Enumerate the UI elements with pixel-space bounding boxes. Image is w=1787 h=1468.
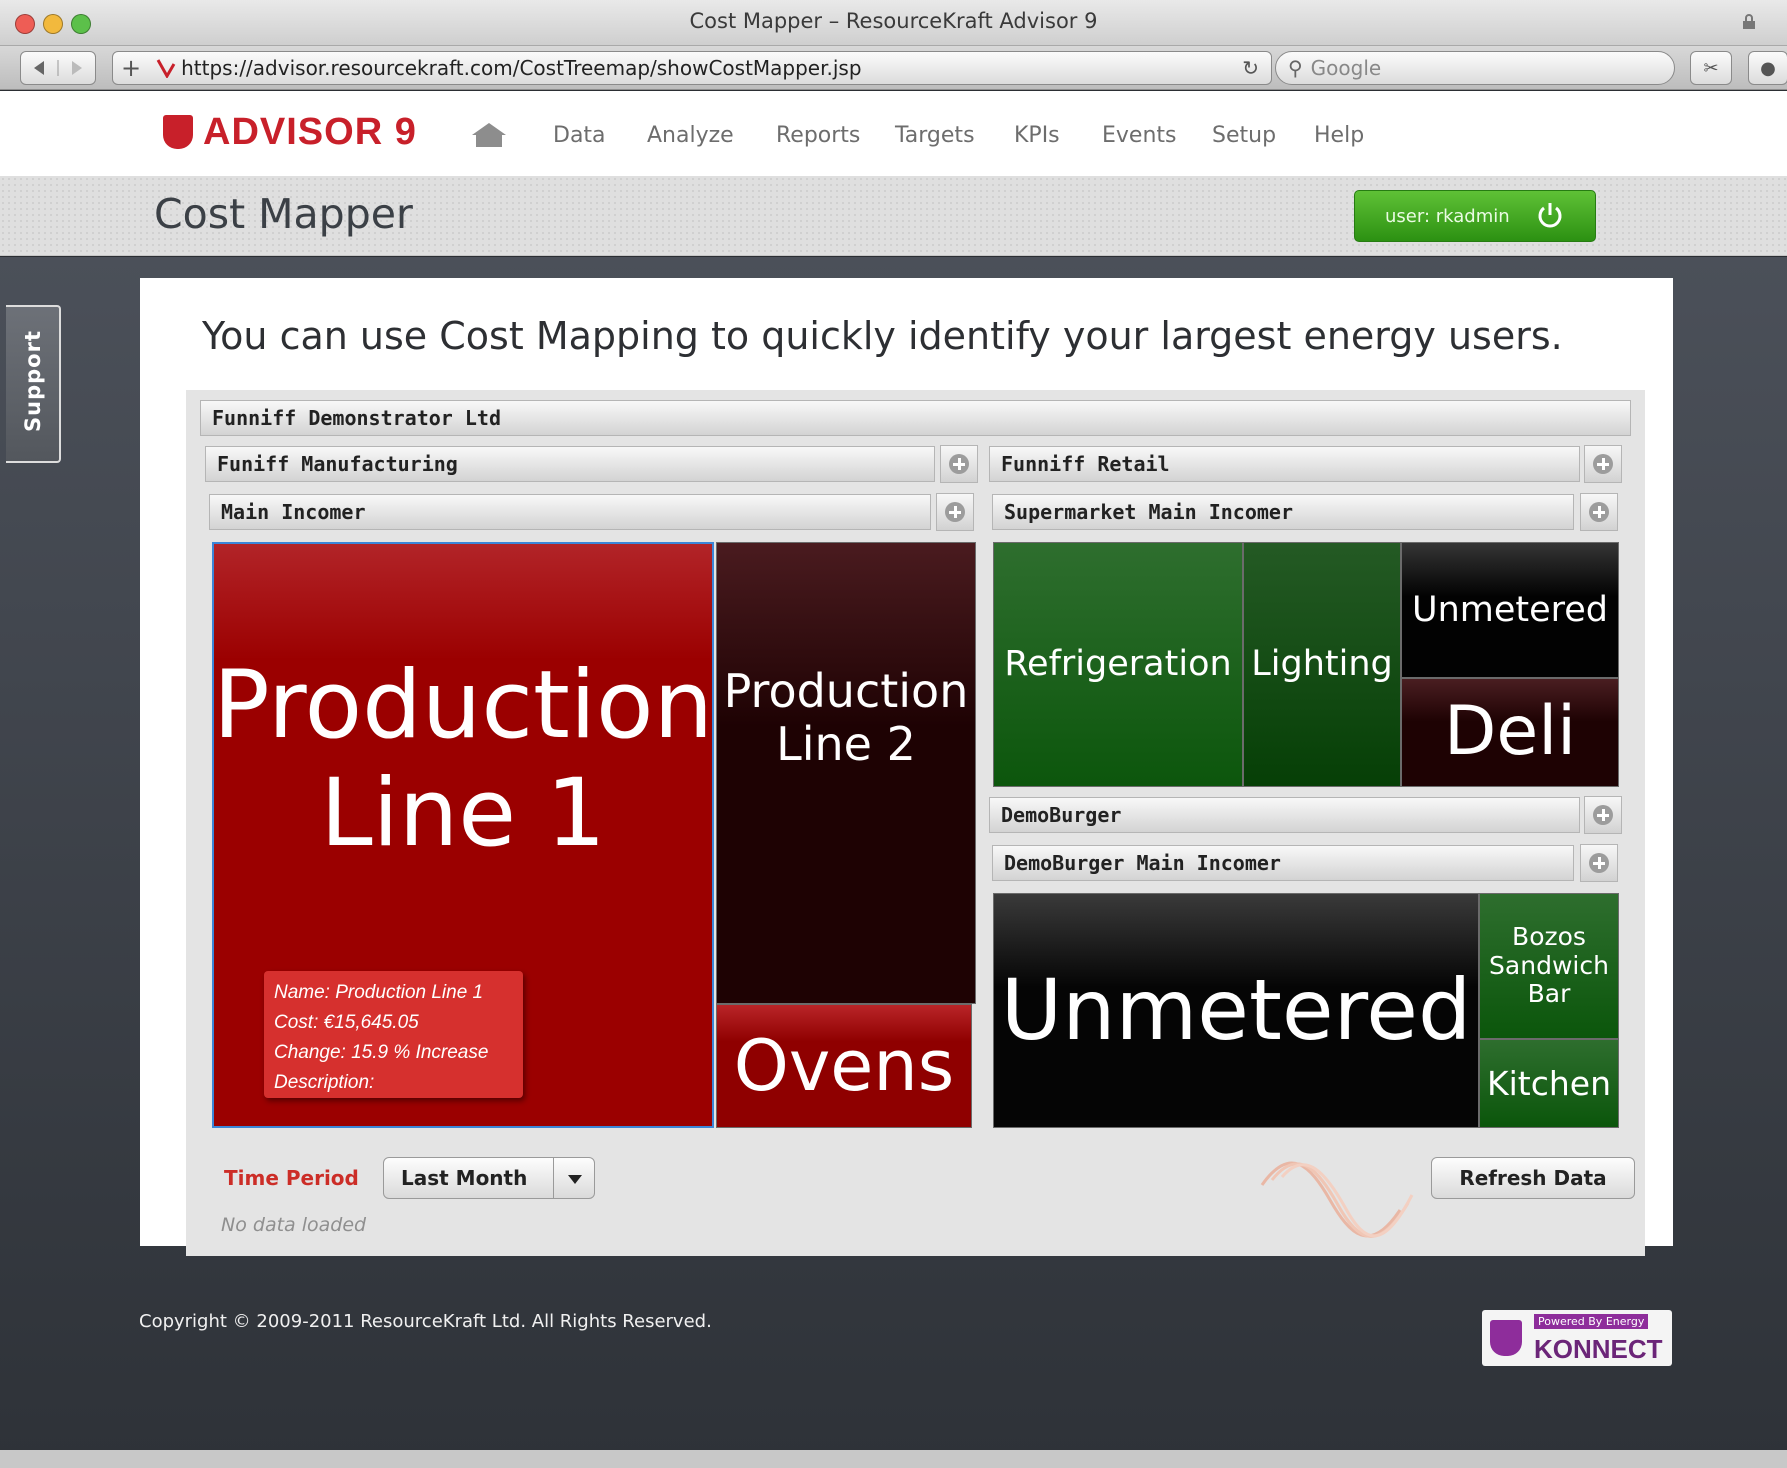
window-bottom-bar [0, 1450, 1787, 1468]
plus-circle-icon [1593, 454, 1613, 474]
demoburger-incomer-header[interactable]: DemoBurger Main Incomer [992, 845, 1574, 881]
demoburger-header[interactable]: DemoBurger [989, 797, 1580, 833]
expand-main-incomer-button[interactable] [936, 493, 974, 531]
cell-label: Refrigeration [1004, 644, 1232, 685]
address-bar[interactable]: + https://advisor.resourcekraft.com/Cost… [112, 51, 1272, 85]
badge-caption: Powered By Energy [1534, 1314, 1649, 1329]
advisor-logo-icon [163, 115, 193, 149]
konnect-wave-logo-icon [1260, 1161, 1414, 1238]
tooltip-name: Name: Production Line 1 [274, 982, 484, 1003]
powered-by-konnect-badge[interactable]: Powered By Energy KONNECT [1482, 1310, 1672, 1366]
status-text: No data loaded [221, 1214, 367, 1236]
page-title: Cost Mapper [154, 190, 413, 238]
main-incomer-header[interactable]: Main Incomer [209, 494, 931, 530]
expand-demoburger-incomer-button[interactable] [1580, 844, 1618, 882]
support-tab[interactable]: Support [6, 305, 61, 463]
plus-circle-icon [1593, 805, 1613, 825]
search-icon: ⚲ [1288, 56, 1303, 80]
search-placeholder: Google [1310, 56, 1382, 80]
user-label: user: rkadmin [1385, 205, 1510, 227]
intro-headline: You can use Cost Mapping to quickly iden… [202, 314, 1563, 358]
cell-label: Production Line 2 [723, 664, 969, 771]
plus-circle-icon [945, 502, 965, 522]
cell-label: Bozos Sandwich Bar [1489, 921, 1609, 1009]
treemap-cell-unmetered-retail[interactable]: Unmetered [1401, 542, 1619, 678]
cell-label: Deli [1444, 692, 1576, 772]
scissors-icon: ✂ [1703, 57, 1719, 79]
reload-icon[interactable]: ↻ [1242, 56, 1259, 80]
nav-help[interactable]: Help [1314, 123, 1364, 148]
cell-label: Ovens [733, 1024, 955, 1107]
treemap-cell-production-line-2[interactable]: Production Line 2 [716, 542, 976, 1004]
nav-analyze[interactable]: Analyze [647, 123, 734, 148]
plus-circle-icon [949, 454, 969, 474]
treemap-cell-kitchen[interactable]: Kitchen [1479, 1039, 1619, 1128]
browser-toolbar: + https://advisor.resourcekraft.com/Cost… [0, 46, 1787, 90]
manufacturing-header[interactable]: Funiff Manufacturing [205, 446, 935, 482]
site-favicon-icon [156, 59, 176, 78]
dropdown-arrow-icon [553, 1158, 594, 1198]
home-icon[interactable] [470, 121, 508, 149]
cell-label: Lighting [1251, 644, 1393, 685]
cell-label: Unmetered [1411, 589, 1609, 630]
expand-retail-button[interactable] [1584, 445, 1622, 483]
support-label: Support [20, 330, 45, 432]
treemap-cell-unmetered-demoburger[interactable]: Unmetered [993, 893, 1479, 1128]
url-text: https://advisor.resourcekraft.com/CostTr… [181, 56, 862, 80]
tooltip-change: Change: 15.9 % Increase [274, 1042, 489, 1063]
settings-button[interactable]: ● [1748, 51, 1787, 85]
expand-manufacturing-button[interactable] [940, 445, 978, 483]
root-node-header[interactable]: Funniff Demonstrator Ltd [200, 400, 1631, 436]
cell-label: Kitchen [1486, 1063, 1612, 1103]
expand-supermarket-incomer-button[interactable] [1580, 493, 1618, 531]
window-titlebar: Cost Mapper – ResourceKraft Advisor 9 [0, 0, 1787, 46]
lock-icon [1743, 14, 1755, 29]
intro-body-clipped [202, 378, 1582, 388]
treemap-cell-ovens[interactable]: Ovens [716, 1004, 972, 1128]
nav-reports[interactable]: Reports [776, 123, 860, 148]
treemap-cell-lighting[interactable]: Lighting [1243, 542, 1401, 787]
power-icon [1538, 203, 1562, 228]
back-forward-arrows-icon [34, 60, 82, 76]
time-period-value: Last Month [401, 1166, 528, 1190]
search-field[interactable]: ⚲ Google [1275, 51, 1675, 85]
nav-kpis[interactable]: KPIs [1014, 123, 1060, 148]
user-logout-button[interactable]: user: rkadmin [1354, 190, 1596, 242]
treemap-cell-refrigeration[interactable]: Refrigeration [993, 542, 1243, 787]
copyright-text: Copyright © 2009-2011 ResourceKraft Ltd.… [139, 1311, 712, 1332]
time-period-label: Time Period [224, 1166, 359, 1190]
window-title: Cost Mapper – ResourceKraft Advisor 9 [689, 9, 1098, 33]
time-period-select[interactable]: Last Month [383, 1157, 595, 1199]
badge-title: KONNECT [1534, 1334, 1663, 1364]
tooltip-description: Description: [274, 1072, 375, 1093]
treemap-cell-bozos-sandwich-bar[interactable]: Bozos Sandwich Bar [1479, 893, 1619, 1039]
nav-setup[interactable]: Setup [1212, 123, 1276, 148]
page-header: Cost Mapper user: rkadmin [0, 176, 1787, 256]
konnect-shield-icon [1490, 1320, 1522, 1356]
cell-label: Unmetered [1000, 961, 1472, 1060]
refresh-data-button[interactable]: Refresh Data [1431, 1157, 1635, 1199]
nav-targets[interactable]: Targets [895, 123, 975, 148]
retail-header[interactable]: Funniff Retail [989, 446, 1580, 482]
expand-demoburger-button[interactable] [1584, 796, 1622, 834]
nav-data[interactable]: Data [553, 123, 606, 148]
snippet-button[interactable]: ✂ [1690, 51, 1732, 85]
gear-icon: ● [1760, 57, 1776, 79]
add-bookmark-icon[interactable]: + [121, 54, 141, 82]
back-forward-buttons[interactable] [20, 51, 96, 85]
tooltip-cost: Cost: €15,645.05 [274, 1012, 419, 1033]
site-header: ADVISOR 9 Data Analyze Reports Targets K… [0, 91, 1787, 176]
cell-tooltip: Name: Production Line 1 Cost: €15,645.05… [264, 971, 523, 1098]
plus-circle-icon [1589, 502, 1609, 522]
advisor-logo-text: ADVISOR 9 [203, 111, 417, 153]
supermarket-incomer-header[interactable]: Supermarket Main Incomer [992, 494, 1574, 530]
plus-circle-icon [1589, 853, 1609, 873]
nav-events[interactable]: Events [1102, 123, 1177, 148]
treemap-cell-deli[interactable]: Deli [1401, 678, 1619, 787]
cell-label: Production Line 1 [212, 650, 714, 868]
